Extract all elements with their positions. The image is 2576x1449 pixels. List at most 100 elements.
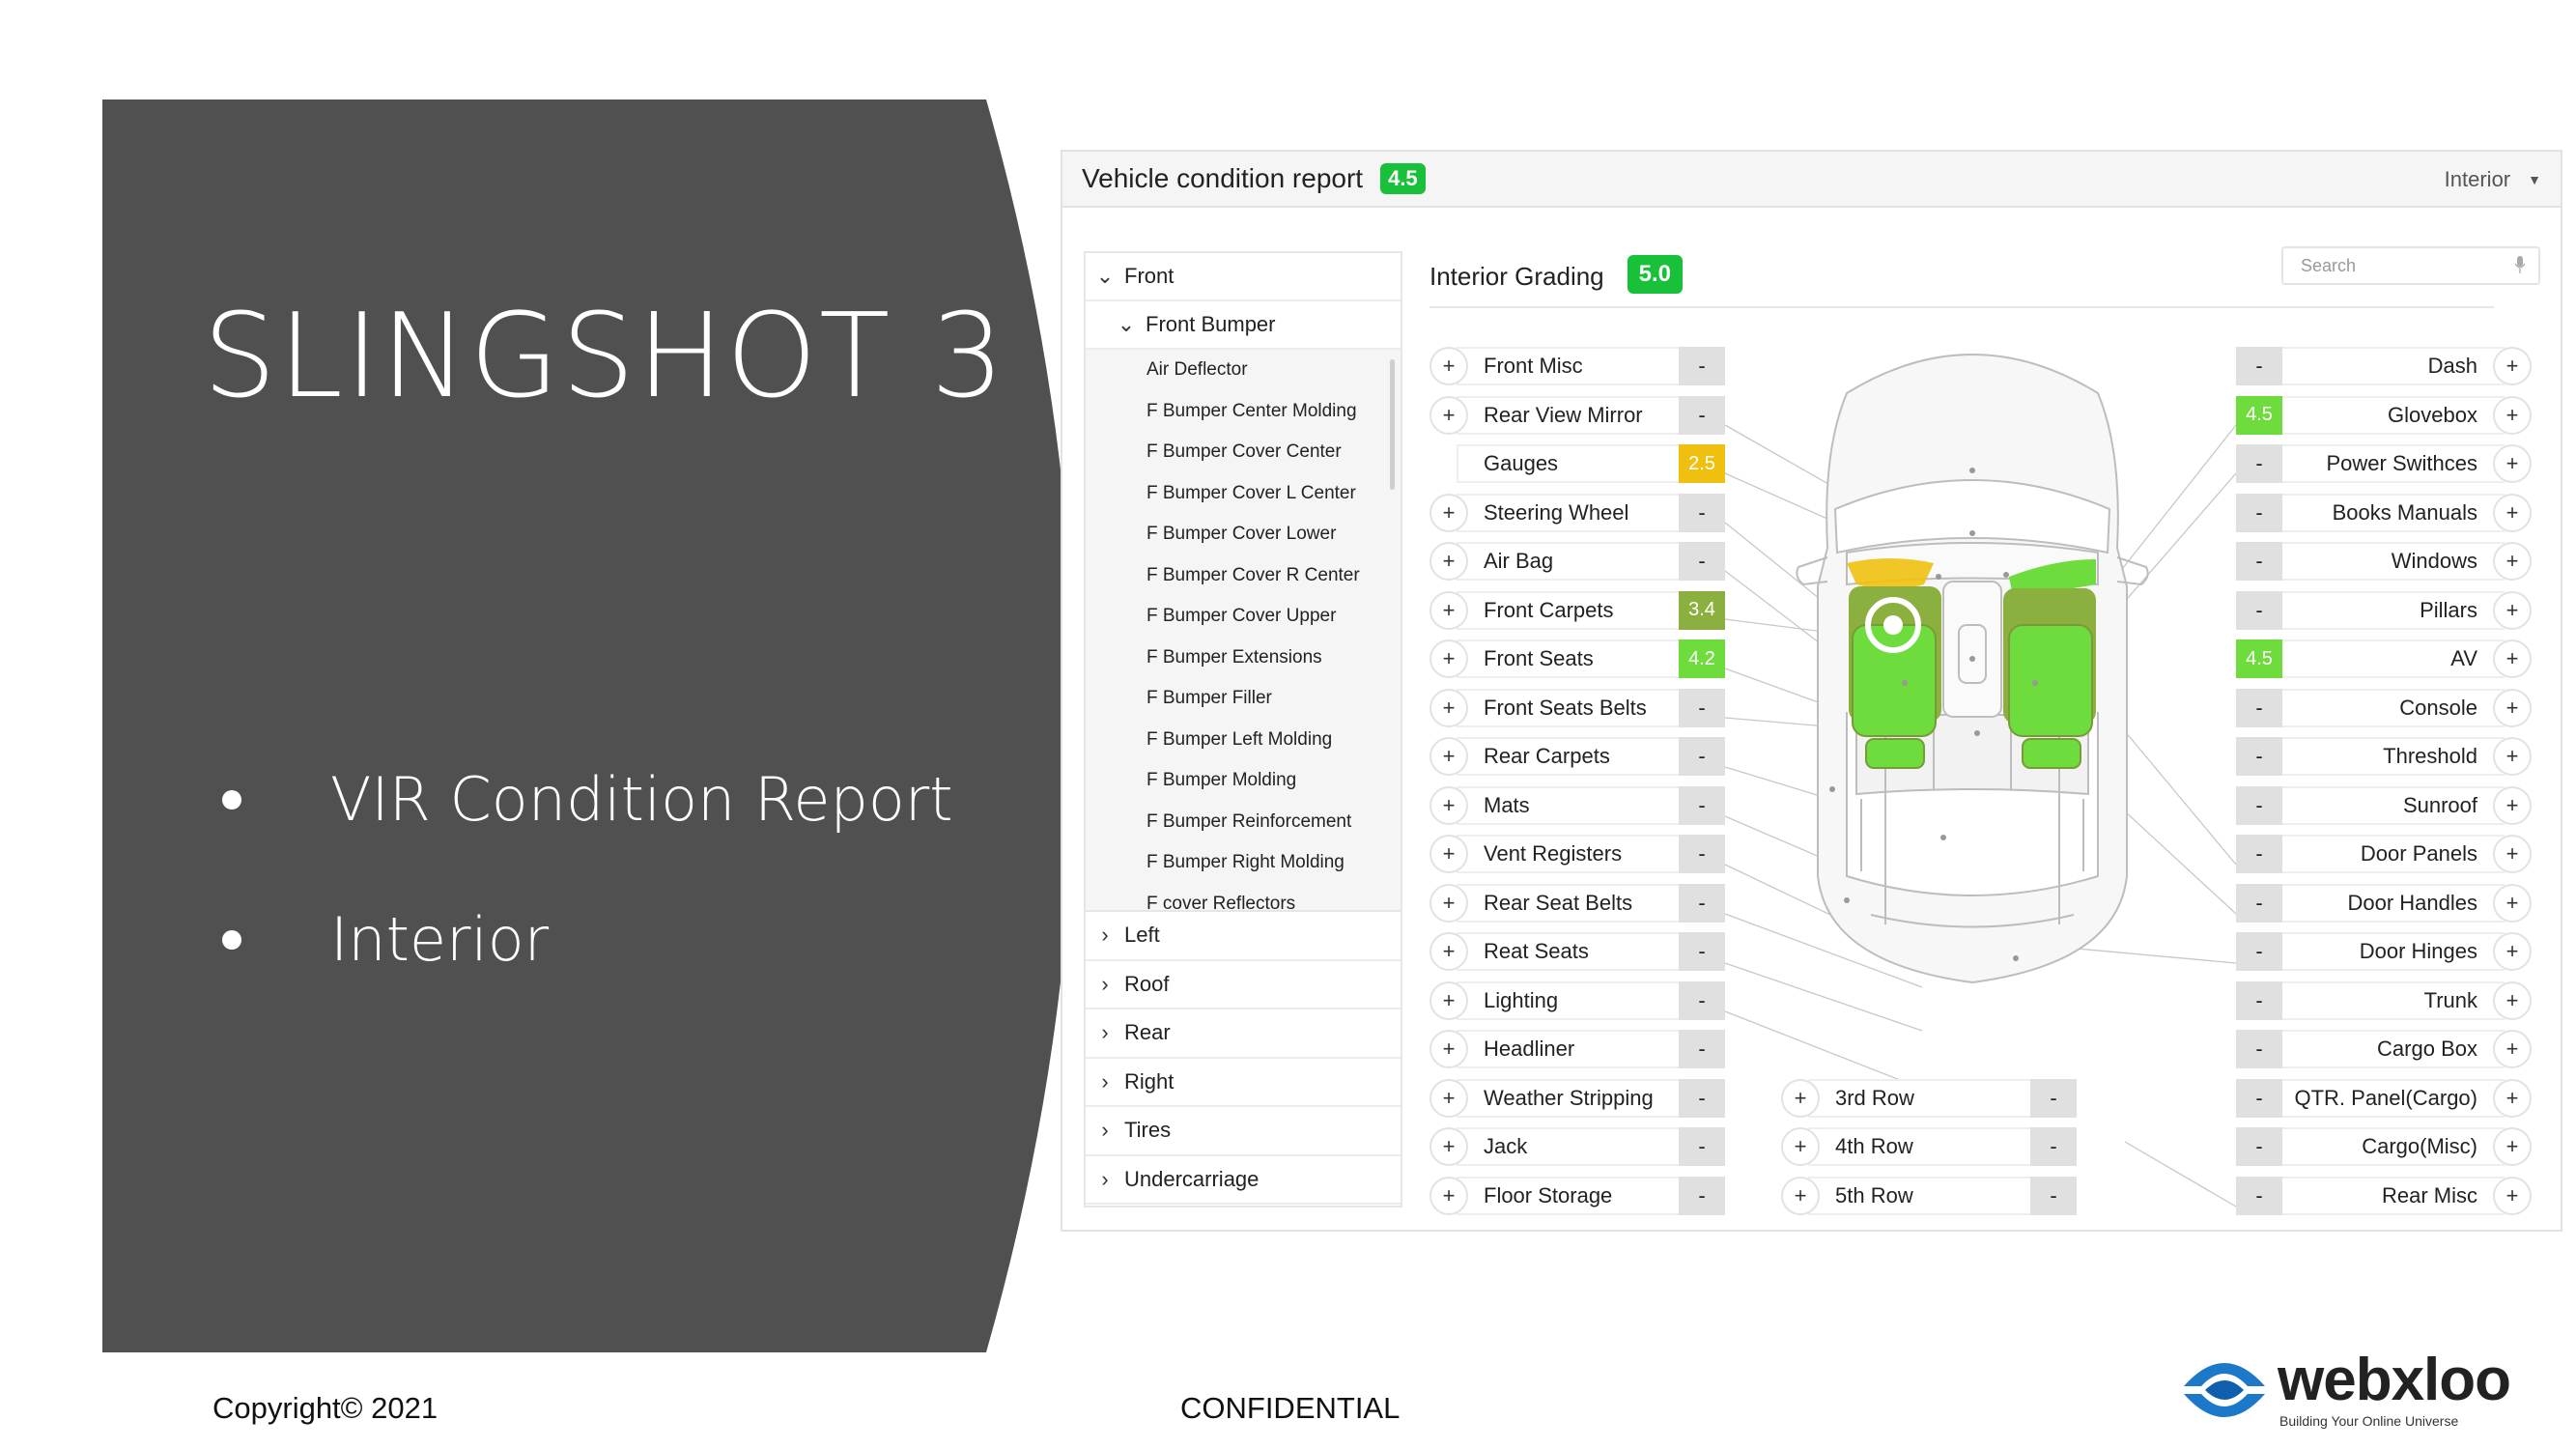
- plus-icon[interactable]: +: [2493, 347, 2532, 385]
- plus-icon[interactable]: +: [1430, 688, 1468, 727]
- plus-icon[interactable]: +: [1781, 1127, 1820, 1166]
- grade-remove-button[interactable]: -: [1679, 932, 1725, 971]
- plus-icon[interactable]: +: [2493, 639, 2532, 678]
- grade-remove-button[interactable]: -: [2236, 347, 2282, 385]
- grade-remove-button[interactable]: -: [2236, 883, 2282, 923]
- grade-remove-button[interactable]: -: [2236, 1078, 2282, 1118]
- tree-leaf-f-bumper-right-molding[interactable]: F Bumper Right Molding: [1086, 842, 1401, 884]
- tree-item-label: Rear: [1124, 1020, 1171, 1045]
- plus-icon[interactable]: +: [1430, 1127, 1468, 1166]
- plus-icon[interactable]: +: [1430, 1078, 1468, 1118]
- plus-icon[interactable]: +: [1430, 639, 1468, 678]
- plus-icon[interactable]: +: [2493, 737, 2532, 776]
- plus-icon[interactable]: +: [1430, 883, 1468, 923]
- plus-icon[interactable]: +: [2493, 395, 2532, 435]
- plus-icon[interactable]: +: [2493, 1030, 2532, 1068]
- vehicle-top-view-diagram[interactable]: [1789, 335, 2156, 992]
- grade-remove-button[interactable]: -: [1679, 688, 1725, 727]
- tree-leaf-f-bumper-cover-center[interactable]: F Bumper Cover Center: [1086, 432, 1401, 473]
- grade-remove-button[interactable]: -: [1679, 883, 1725, 923]
- grade-remove-button[interactable]: -: [2236, 737, 2282, 776]
- grade-remove-button[interactable]: -: [1679, 347, 1725, 385]
- plus-icon[interactable]: +: [1430, 347, 1468, 385]
- grade-remove-button[interactable]: -: [1679, 737, 1725, 776]
- grade-remove-button[interactable]: -: [1679, 1176, 1725, 1215]
- tree-item-front-bumper[interactable]: ⌄ Front Bumper: [1086, 301, 1401, 350]
- grade-remove-button[interactable]: -: [2236, 688, 2282, 727]
- plus-icon[interactable]: +: [1430, 785, 1468, 825]
- tree-leaf-f-cover-reflectors[interactable]: F cover Reflectors: [1086, 884, 1401, 910]
- tree-leaf-f-bumper-cover-lower[interactable]: F Bumper Cover Lower: [1086, 514, 1401, 555]
- tree-leaf-f-bumper-cover-upper[interactable]: F Bumper Cover Upper: [1086, 596, 1401, 638]
- tree-item-front[interactable]: ⌄ Front: [1086, 253, 1401, 301]
- tree-item-undercarriage[interactable]: › Undercarriage: [1086, 1156, 1401, 1205]
- grade-remove-button[interactable]: -: [2236, 1030, 2282, 1068]
- plus-icon[interactable]: +: [1781, 1176, 1820, 1215]
- tree-scrollbar[interactable]: [1390, 359, 1395, 490]
- grade-remove-button[interactable]: -: [2236, 542, 2282, 581]
- grade-remove-button[interactable]: -: [1679, 395, 1725, 435]
- plus-icon[interactable]: +: [2493, 883, 2532, 923]
- grade-remove-button[interactable]: -: [1679, 1030, 1725, 1068]
- grade-remove-button[interactable]: -: [2236, 980, 2282, 1020]
- plus-icon[interactable]: +: [2493, 1127, 2532, 1166]
- tree-leaf-f-bumper-cover-l-center[interactable]: F Bumper Cover L Center: [1086, 473, 1401, 515]
- grade-remove-button[interactable]: -: [2236, 1176, 2282, 1215]
- grade-remove-button[interactable]: -: [1679, 1127, 1725, 1166]
- tree-leaf-f-bumper-cover-r-center[interactable]: F Bumper Cover R Center: [1086, 555, 1401, 597]
- plus-icon[interactable]: +: [2493, 932, 2532, 971]
- tree-item-left[interactable]: › Left: [1086, 912, 1401, 961]
- tree-leaf-f-bumper-extensions[interactable]: F Bumper Extensions: [1086, 638, 1401, 679]
- tree-item-rear[interactable]: › Rear: [1086, 1009, 1401, 1059]
- tree-leaf-f-bumper-left-molding[interactable]: F Bumper Left Molding: [1086, 720, 1401, 761]
- plus-icon[interactable]: +: [1430, 590, 1468, 630]
- plus-icon[interactable]: +: [2493, 444, 2532, 483]
- tree-leaf-f-bumper-molding[interactable]: F Bumper Molding: [1086, 760, 1401, 802]
- grade-remove-button[interactable]: -: [2030, 1127, 2077, 1166]
- plus-icon[interactable]: +: [1430, 932, 1468, 971]
- grade-remove-button[interactable]: -: [1679, 835, 1725, 873]
- grade-remove-button[interactable]: -: [1679, 542, 1725, 581]
- tree-leaf-f-bumper-reinforcement[interactable]: F Bumper Reinforcement: [1086, 802, 1401, 843]
- plus-icon[interactable]: +: [1430, 395, 1468, 435]
- tree-item-right[interactable]: › Right: [1086, 1059, 1401, 1107]
- grade-remove-button[interactable]: -: [1679, 785, 1725, 825]
- plus-icon[interactable]: +: [2493, 542, 2532, 581]
- plus-icon[interactable]: +: [1430, 542, 1468, 581]
- grade-remove-button[interactable]: -: [2236, 444, 2282, 483]
- grade-remove-button[interactable]: -: [2236, 590, 2282, 630]
- plus-icon[interactable]: +: [1430, 835, 1468, 873]
- plus-icon[interactable]: +: [2493, 590, 2532, 630]
- grade-remove-button[interactable]: -: [2236, 835, 2282, 873]
- tree-item-tires[interactable]: › Tires: [1086, 1107, 1401, 1156]
- plus-icon[interactable]: +: [2493, 835, 2532, 873]
- view-selector[interactable]: Interior ▼: [2445, 167, 2541, 192]
- grade-remove-button[interactable]: -: [2236, 1127, 2282, 1166]
- tree-item-roof[interactable]: › Roof: [1086, 961, 1401, 1009]
- plus-icon[interactable]: +: [2493, 785, 2532, 825]
- grade-remove-button[interactable]: -: [2236, 932, 2282, 971]
- grade-remove-button[interactable]: -: [1679, 1078, 1725, 1118]
- microphone-icon[interactable]: [2515, 256, 2525, 273]
- plus-icon[interactable]: +: [1781, 1078, 1820, 1118]
- plus-icon[interactable]: +: [2493, 493, 2532, 532]
- plus-icon[interactable]: +: [2493, 1176, 2532, 1215]
- grade-remove-button[interactable]: -: [1679, 980, 1725, 1020]
- tree-leaf-f-bumper-center-molding[interactable]: F Bumper Center Molding: [1086, 391, 1401, 433]
- search-input[interactable]: Search: [2281, 246, 2540, 285]
- plus-icon[interactable]: +: [2493, 688, 2532, 727]
- grade-remove-button[interactable]: -: [2236, 785, 2282, 825]
- plus-icon[interactable]: +: [1430, 737, 1468, 776]
- grade-remove-button[interactable]: -: [2030, 1176, 2077, 1215]
- plus-icon[interactable]: +: [2493, 1078, 2532, 1118]
- plus-icon[interactable]: +: [1430, 1030, 1468, 1068]
- grade-remove-button[interactable]: -: [2030, 1078, 2077, 1118]
- grade-remove-button[interactable]: -: [1679, 493, 1725, 532]
- plus-icon[interactable]: +: [2493, 980, 2532, 1020]
- tree-leaf-f-bumper-filler[interactable]: F Bumper Filler: [1086, 678, 1401, 720]
- plus-icon[interactable]: +: [1430, 493, 1468, 532]
- plus-icon[interactable]: +: [1430, 980, 1468, 1020]
- tree-leaf-air-deflector[interactable]: Air Deflector: [1086, 350, 1401, 391]
- plus-icon[interactable]: +: [1430, 1176, 1468, 1215]
- grade-remove-button[interactable]: -: [2236, 493, 2282, 532]
